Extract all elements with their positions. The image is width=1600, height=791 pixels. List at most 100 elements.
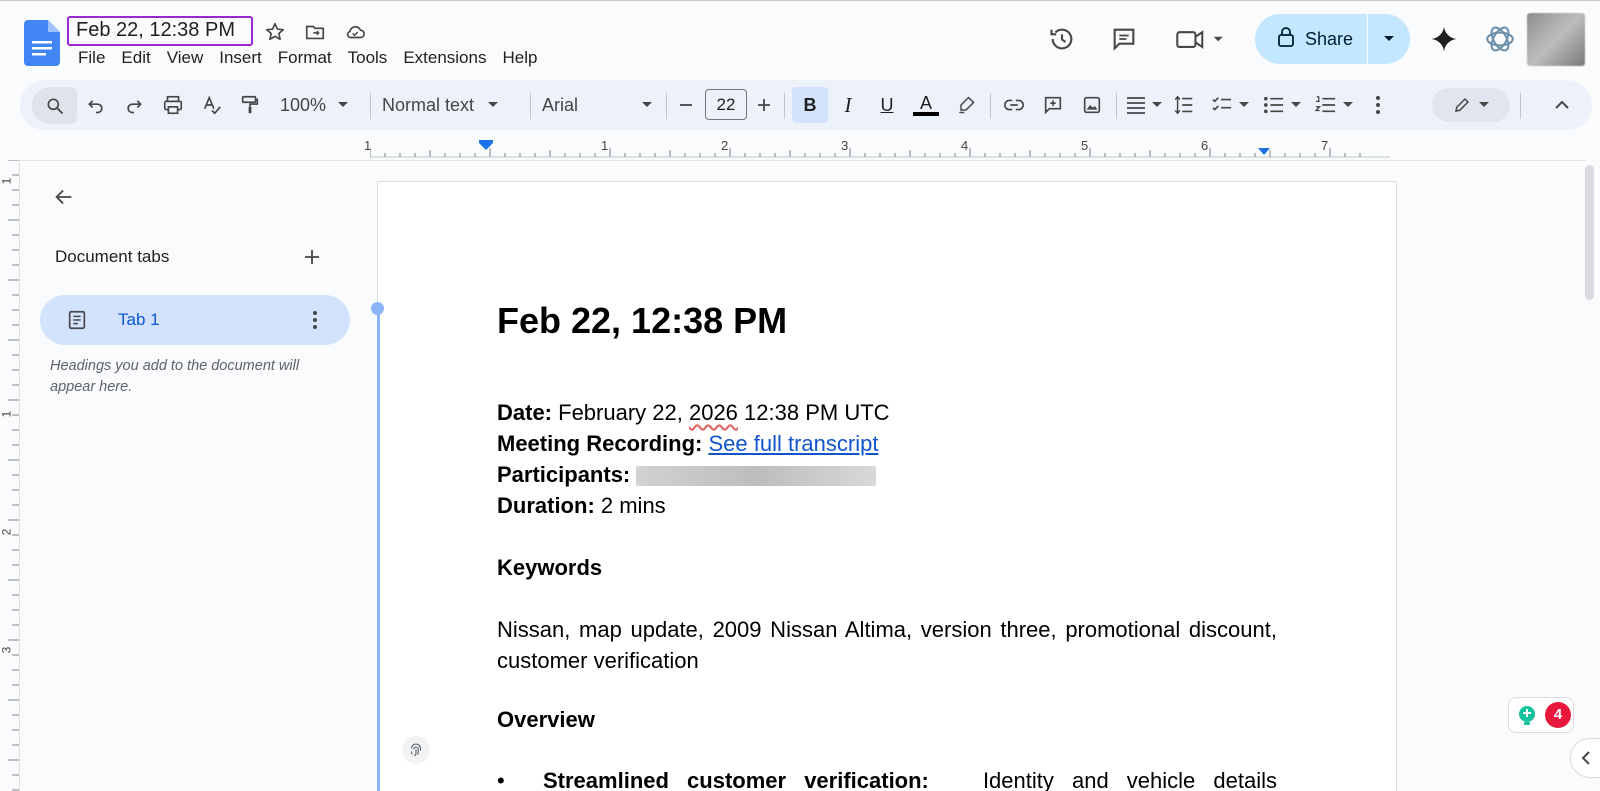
avatar[interactable] [1527, 13, 1585, 66]
menu-file[interactable]: File [70, 47, 113, 69]
underline-button[interactable]: U [871, 89, 903, 121]
highlight-color-icon[interactable] [950, 89, 982, 121]
divider [370, 93, 371, 119]
decrease-font-size-icon[interactable] [670, 89, 702, 121]
page-margin-marker [377, 307, 380, 791]
undo-icon[interactable] [80, 89, 112, 121]
chevron-left-icon[interactable] [1570, 738, 1600, 778]
font-value: Arial [542, 94, 579, 115]
ruler-number: 4 [961, 138, 969, 153]
comments-icon[interactable] [1104, 19, 1144, 59]
ruler-number: 5 [1081, 138, 1089, 153]
zoom-select[interactable]: 100% [274, 89, 354, 121]
tab-options-icon[interactable] [302, 307, 328, 333]
divider [666, 93, 667, 119]
menu-view[interactable]: View [159, 47, 212, 69]
participants-redacted [636, 466, 877, 487]
participants-label: Participants: [497, 462, 631, 487]
align-select[interactable] [1122, 89, 1166, 121]
font-size-input[interactable]: 22 [705, 89, 747, 120]
vertical-ruler[interactable]: 1 1 2 3 [0, 160, 20, 791]
italic-button[interactable]: I [832, 89, 864, 121]
lock-icon [1277, 26, 1295, 52]
bullet-icon: • [497, 768, 505, 791]
page-margin-handle[interactable] [371, 302, 384, 315]
add-tab-button[interactable] [298, 243, 326, 271]
sidebar-item-label: Tab 1 [118, 310, 160, 329]
chevron-down-icon [1291, 102, 1301, 107]
increase-font-size-icon[interactable] [748, 89, 780, 121]
ruler-ticks [370, 140, 1390, 158]
horizontal-ruler[interactable]: 1 1 2 3 4 5 6 7 [364, 138, 1390, 158]
ruler-number: 3 [841, 138, 849, 153]
spellcheck-icon[interactable] [196, 89, 228, 121]
menu-tools[interactable]: Tools [340, 47, 396, 69]
numbered-list-select[interactable] [1310, 89, 1358, 121]
print-icon[interactable] [157, 89, 189, 121]
bold-button[interactable]: B [792, 87, 828, 123]
search-menus-icon[interactable] [32, 87, 77, 124]
date-label: Date: [497, 400, 553, 425]
chevron-down-icon [338, 102, 349, 107]
divider [1520, 93, 1521, 119]
chatgpt-extension-icon[interactable] [1480, 19, 1520, 59]
insert-image-icon[interactable] [1076, 89, 1108, 121]
outline-hint: Headings you add to the document will ap… [50, 358, 300, 395]
numbered-list-icon [1315, 96, 1336, 113]
cloud-status-icon[interactable] [342, 19, 368, 45]
paint-format-icon[interactable] [234, 89, 266, 121]
menu-format[interactable]: Format [270, 47, 340, 69]
sidebar-item-tab-1[interactable]: Tab 1 [40, 295, 350, 345]
collapse-menus-icon[interactable] [1546, 89, 1578, 121]
back-arrow-icon[interactable] [48, 181, 80, 213]
document-icon [66, 309, 88, 336]
share-button[interactable]: Share [1255, 14, 1368, 64]
redo-icon[interactable] [118, 89, 150, 121]
ruler-number: 2 [721, 138, 729, 153]
chevron-down-icon [1479, 102, 1489, 107]
line-spacing-icon[interactable] [1168, 89, 1200, 121]
chevron-down-icon [488, 102, 499, 107]
meet-icon[interactable] [1170, 19, 1230, 59]
font-select[interactable]: Arial [542, 89, 652, 121]
recording-label: Meeting Recording: [497, 431, 703, 456]
star-icon[interactable] [262, 19, 288, 45]
transcript-link[interactable]: See full transcript [708, 431, 878, 456]
menu-bar: File Edit View Insert Format Tools Exten… [70, 47, 545, 69]
date-value: February 22, [552, 400, 689, 425]
divider [990, 93, 991, 119]
editing-mode-select[interactable] [1432, 88, 1510, 122]
text-color-button[interactable]: A [910, 89, 942, 121]
checklist-select[interactable] [1206, 89, 1254, 121]
bulleted-list-select[interactable] [1258, 89, 1306, 121]
insert-link-icon[interactable] [998, 89, 1030, 121]
scrollbar[interactable] [1585, 165, 1594, 300]
text-color-swatch [913, 112, 939, 116]
share-button-group: Share [1255, 14, 1410, 64]
share-options-button[interactable] [1368, 14, 1410, 64]
menu-extensions[interactable]: Extensions [395, 47, 494, 69]
bulleted-list-icon [1264, 96, 1284, 114]
style-select[interactable]: Normal text [382, 89, 512, 121]
formatting-toolbar: 100% Normal text Arial 22 B I U A [20, 80, 1592, 130]
grammar-assistant-widget[interactable]: 4 [1508, 697, 1574, 733]
vruler-ticks [8, 160, 19, 791]
vruler-number: 1 [0, 177, 14, 185]
move-folder-icon[interactable] [302, 19, 328, 45]
more-options-icon[interactable] [1362, 89, 1394, 121]
keywords-text: Nissan, map update, 2009 Nissan Altima, … [497, 617, 1277, 673]
fingerprint-icon[interactable] [402, 736, 430, 764]
docs-logo-icon[interactable] [24, 20, 60, 66]
document-title[interactable]: Feb 22, 12:38 PM [67, 16, 253, 46]
menu-insert[interactable]: Insert [211, 47, 270, 69]
menu-help[interactable]: Help [494, 47, 545, 69]
chevron-down-icon [1343, 102, 1353, 107]
align-justify-icon [1127, 97, 1145, 114]
add-comment-icon[interactable] [1037, 89, 1069, 121]
gemini-icon[interactable] [1424, 19, 1464, 59]
divider [784, 93, 785, 119]
duration-value: 2 mins [594, 493, 666, 518]
menu-edit[interactable]: Edit [113, 47, 158, 69]
vruler-number: 1 [0, 410, 14, 418]
version-history-icon[interactable] [1042, 19, 1082, 59]
